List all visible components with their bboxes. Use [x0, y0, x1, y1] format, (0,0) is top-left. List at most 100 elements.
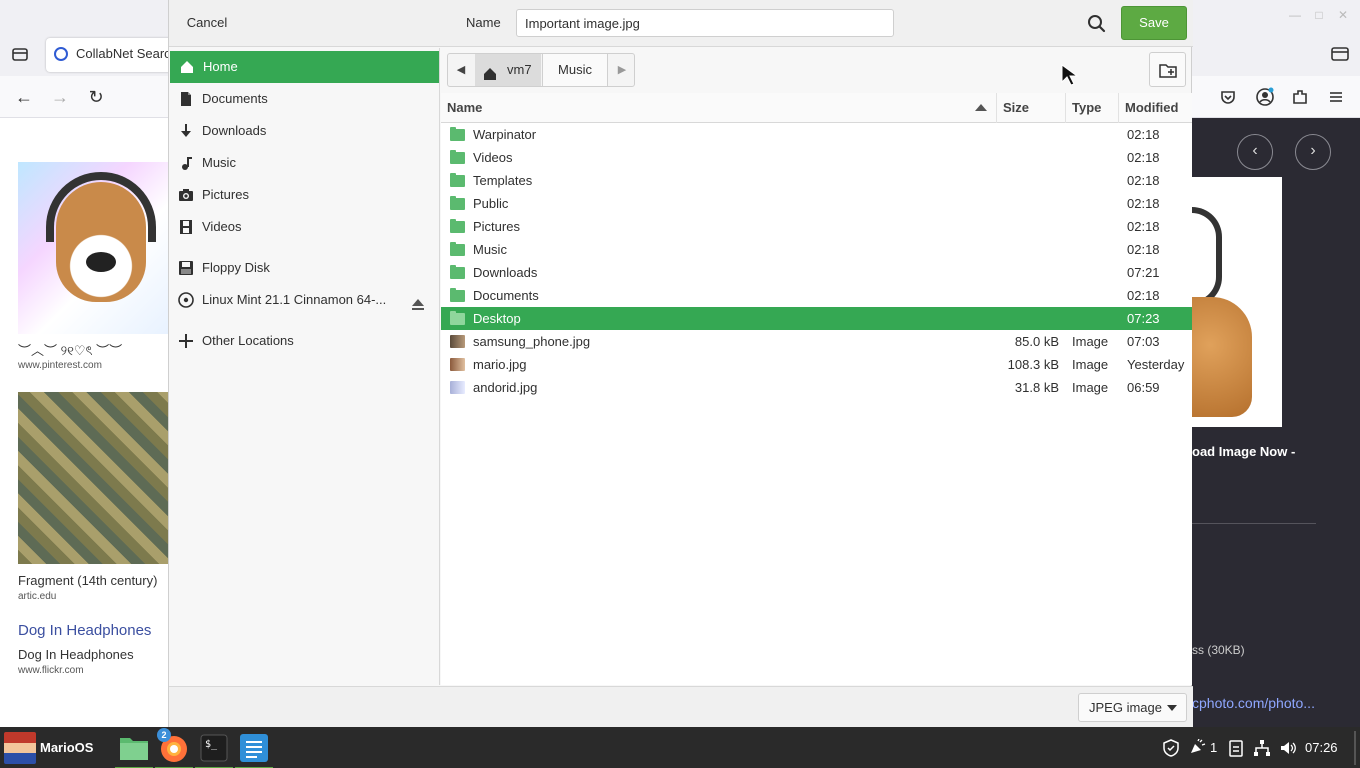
next-icon[interactable]: › [1295, 134, 1331, 170]
notifications-icon[interactable] [1188, 739, 1206, 757]
dog-headphones-thumbnail[interactable] [18, 162, 168, 334]
browser-tab[interactable]: CollabNet Searc [46, 38, 186, 72]
sidebar-item-label: Music [202, 155, 236, 170]
sidebar-item-documents[interactable]: Documents [169, 83, 440, 115]
folder-icon [450, 173, 465, 187]
image-file-icon [450, 358, 465, 371]
tapestry-thumbnail[interactable] [18, 392, 168, 564]
file-name: Public [473, 196, 509, 211]
forward-icon[interactable]: → [48, 86, 72, 110]
file-row[interactable]: mario.jpg 108.3 kB Image Yesterday [441, 353, 1192, 376]
sidebar-item-label: Home [203, 59, 238, 74]
text-editor-icon[interactable] [235, 730, 273, 768]
folder-icon [450, 311, 465, 325]
account-icon[interactable] [1255, 87, 1277, 109]
file-type: Image [1072, 380, 1109, 395]
path-segment-music[interactable]: Music [542, 54, 608, 86]
file-row[interactable]: samsung_phone.jpg 85.0 kB Image 07:03 [441, 330, 1192, 353]
column-size[interactable]: Size [997, 93, 1066, 123]
file-modified: 02:18 [1127, 242, 1160, 257]
image-file-icon [450, 381, 465, 394]
volume-icon[interactable] [1279, 739, 1297, 757]
file-row[interactable]: andorid.jpg 31.8 kB Image 06:59 [441, 376, 1192, 399]
sidebar-item-other-locations[interactable]: Other Locations [169, 325, 440, 357]
tab-overview-icon[interactable] [10, 44, 30, 64]
create-folder-button[interactable] [1149, 52, 1186, 87]
file-row[interactable]: Documents 02:18 [441, 284, 1192, 307]
file-name: Templates [473, 173, 533, 188]
window-list-icon[interactable] [1330, 44, 1352, 66]
file-row[interactable]: Public 02:18 [441, 192, 1192, 215]
file-modified: 02:18 [1127, 219, 1160, 234]
image-results-left: ︶︿︶ ୨୧♡ৎ ︶︶ www.pinterest.com Fragment (… [0, 118, 168, 727]
file-row[interactable]: Pictures 02:18 [441, 215, 1192, 238]
sidebar-item-downloads[interactable]: Downloads [169, 115, 440, 147]
previous-icon[interactable]: ‹ [1237, 134, 1273, 170]
file-row[interactable]: Warpinator 02:18 [441, 123, 1192, 146]
sidebar-item-home[interactable]: Home [170, 51, 439, 83]
sidebar-item-pictures[interactable]: Pictures [169, 179, 440, 211]
minimize-icon[interactable]: — [1286, 8, 1304, 26]
network-icon[interactable] [1253, 739, 1271, 757]
cancel-button[interactable]: Cancel [176, 8, 238, 38]
file-type: Image [1072, 357, 1109, 372]
search-icon[interactable] [1084, 11, 1110, 37]
home-icon [179, 59, 195, 75]
file-modified: 02:18 [1127, 288, 1160, 303]
file-row[interactable]: Videos 02:18 [441, 146, 1192, 169]
preview-title: oad Image Now - [1192, 444, 1296, 459]
sidebar-item-linux-mint-disc[interactable]: Linux Mint 21.1 Cinnamon 64-... [169, 284, 440, 316]
file-modified: 07:03 [1127, 334, 1160, 349]
extensions-icon[interactable] [1290, 87, 1312, 109]
file-row[interactable]: Templates 02:18 [441, 169, 1192, 192]
shield-icon[interactable] [1162, 739, 1180, 757]
start-menu-button[interactable]: MarioOS [2, 731, 106, 765]
folder-icon [450, 150, 465, 164]
mouse-cursor-icon [1061, 64, 1079, 86]
close-icon[interactable]: ✕ [1334, 8, 1352, 26]
show-desktop-button[interactable] [1354, 731, 1356, 765]
column-name[interactable]: Name [441, 93, 997, 123]
sidebar-item-floppy-disk[interactable]: Floppy Disk [169, 252, 440, 284]
eject-icon[interactable] [410, 292, 426, 310]
menu-icon[interactable] [1326, 87, 1348, 109]
file-row[interactable]: Desktop 07:23 [441, 307, 1192, 330]
result-source: www.flickr.com [18, 665, 84, 676]
file-row[interactable]: Music 02:18 [441, 238, 1192, 261]
maximize-icon[interactable]: □ [1310, 8, 1328, 26]
back-icon[interactable]: ← [12, 86, 36, 110]
file-size: 108.3 kB [1007, 357, 1059, 372]
path-segment-home[interactable]: vm7 [475, 54, 541, 86]
file-list-header: Name Size Type Modified [441, 93, 1192, 123]
clipboard-icon[interactable] [1227, 739, 1245, 757]
taskbar: MarioOS 2 $_ 1 07:26 [0, 727, 1360, 768]
column-modified[interactable]: Modified [1119, 93, 1192, 123]
folder-icon [450, 265, 465, 279]
terminal-icon[interactable]: $_ [195, 730, 233, 768]
clock: 07:26 [1305, 740, 1338, 755]
file-name: Pictures [473, 219, 520, 234]
preview-image[interactable] [1192, 177, 1282, 427]
preview-size: ss (30KB) [1192, 643, 1245, 657]
file-type-filter[interactable]: JPEG image [1078, 693, 1187, 722]
result-link[interactable]: Dog In Headphones [18, 622, 151, 639]
filename-input[interactable] [516, 9, 894, 37]
path-scroll-right-icon[interactable]: ▶ [609, 54, 635, 86]
file-name: Music [473, 242, 507, 257]
preview-link[interactable]: cphoto.com/photo... [1192, 695, 1315, 711]
file-size: 85.0 kB [1014, 334, 1059, 349]
path-scroll-left-icon[interactable]: ◀ [448, 54, 474, 86]
column-type[interactable]: Type [1066, 93, 1119, 123]
file-row[interactable]: Downloads 07:21 [441, 261, 1192, 284]
save-button[interactable]: Save [1121, 6, 1187, 40]
sidebar-item-label: Downloads [202, 123, 267, 138]
files-icon[interactable] [115, 730, 153, 768]
reload-icon[interactable]: ↻ [84, 86, 108, 110]
sidebar-item-music[interactable]: Music [169, 147, 440, 179]
file-name: Videos [473, 150, 513, 165]
divider [1192, 523, 1316, 524]
pocket-icon[interactable] [1218, 87, 1240, 109]
sidebar-item-videos[interactable]: Videos [169, 211, 440, 243]
file-type: Image [1072, 334, 1109, 349]
folder-icon [450, 288, 465, 302]
